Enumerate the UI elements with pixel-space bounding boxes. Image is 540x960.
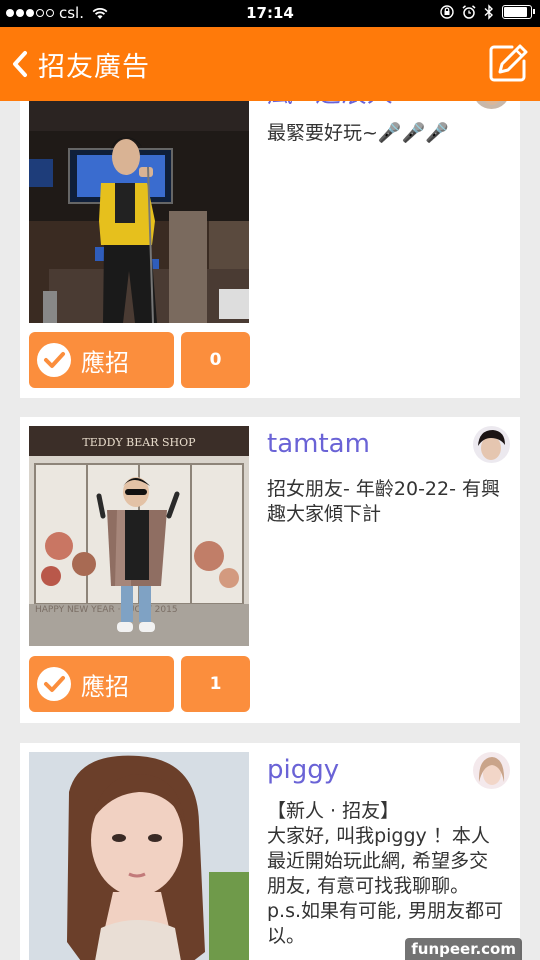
page-title: 招友廣告 [38, 51, 150, 83]
applicant-count-button[interactable]: 1 [181, 656, 250, 712]
post-photo[interactable]: TEDDY BEAR SHOP HAPPY NEW YEAR · LUCKY 2… [29, 426, 249, 646]
shop-front-photo: TEDDY BEAR SHOP HAPPY NEW YEAR · LUCKY 2… [29, 426, 249, 646]
watermark: funpeer.com [405, 938, 522, 960]
post-feed[interactable]: 應招 0 風~之浪人 最緊要好玩~🎤🎤🎤 TEDDY BEAR SHOP [0, 101, 540, 960]
svg-text:HAPPY NEW YEAR · LUCKY 2015: HAPPY NEW YEAR · LUCKY 2015 [35, 605, 178, 615]
post-description: 【新人 · 招友】 大家好, 叫我piggy ！本人最近開始玩此網, 希望多交朋… [267, 800, 504, 947]
post-card: TEDDY BEAR SHOP HAPPY NEW YEAR · LUCKY 2… [20, 417, 520, 723]
user-avatar[interactable] [473, 752, 510, 789]
alarm-icon [462, 5, 476, 19]
apply-button-label: 應招 [81, 672, 129, 701]
chevron-left-icon [13, 51, 27, 77]
apply-button[interactable]: 應招 [29, 332, 174, 388]
selfie-photo [29, 752, 249, 960]
post-photo[interactable] [29, 752, 249, 960]
checkmark-circle-icon [37, 343, 71, 377]
apply-button-label: 應招 [81, 348, 129, 377]
post-description: 招女朋友- 年齡20-22- 有興趣大家傾下計 [267, 478, 501, 525]
avatar-image [473, 101, 510, 109]
battery-icon [502, 5, 535, 19]
compose-button[interactable] [486, 41, 530, 85]
compose-icon [489, 44, 528, 82]
post-description: 最緊要好玩~🎤🎤🎤 [267, 122, 449, 144]
post-username[interactable]: piggy [267, 755, 339, 785]
post-card: 應招 0 風~之浪人 最緊要好玩~🎤🎤🎤 [20, 101, 520, 398]
post-photo[interactable] [29, 101, 249, 323]
avatar-image [473, 426, 510, 463]
user-avatar[interactable] [473, 101, 510, 109]
post-card: piggy 【新人 · 招友】 大家好, 叫我piggy ！本人最近開始玩此網,… [20, 743, 520, 960]
back-button[interactable]: 招友廣告 [10, 47, 150, 83]
rotation-lock-icon [440, 5, 454, 19]
post-username[interactable]: tamtam [267, 429, 370, 459]
status-right [440, 4, 535, 20]
karaoke-photo [29, 101, 249, 323]
applicant-count-button[interactable]: 0 [181, 332, 250, 388]
checkmark-circle-icon [37, 667, 71, 701]
post-username[interactable]: 風~之浪人 [267, 101, 393, 110]
nav-bar: 招友廣告 [0, 27, 540, 101]
apply-button[interactable]: 應招 [29, 656, 174, 712]
user-avatar[interactable] [473, 426, 510, 463]
battery-level [504, 7, 527, 17]
svg-text:TEDDY BEAR SHOP: TEDDY BEAR SHOP [82, 436, 196, 449]
status-bar: csl. 17:14 [0, 0, 540, 27]
bluetooth-icon [484, 4, 494, 20]
avatar-image [473, 752, 510, 789]
